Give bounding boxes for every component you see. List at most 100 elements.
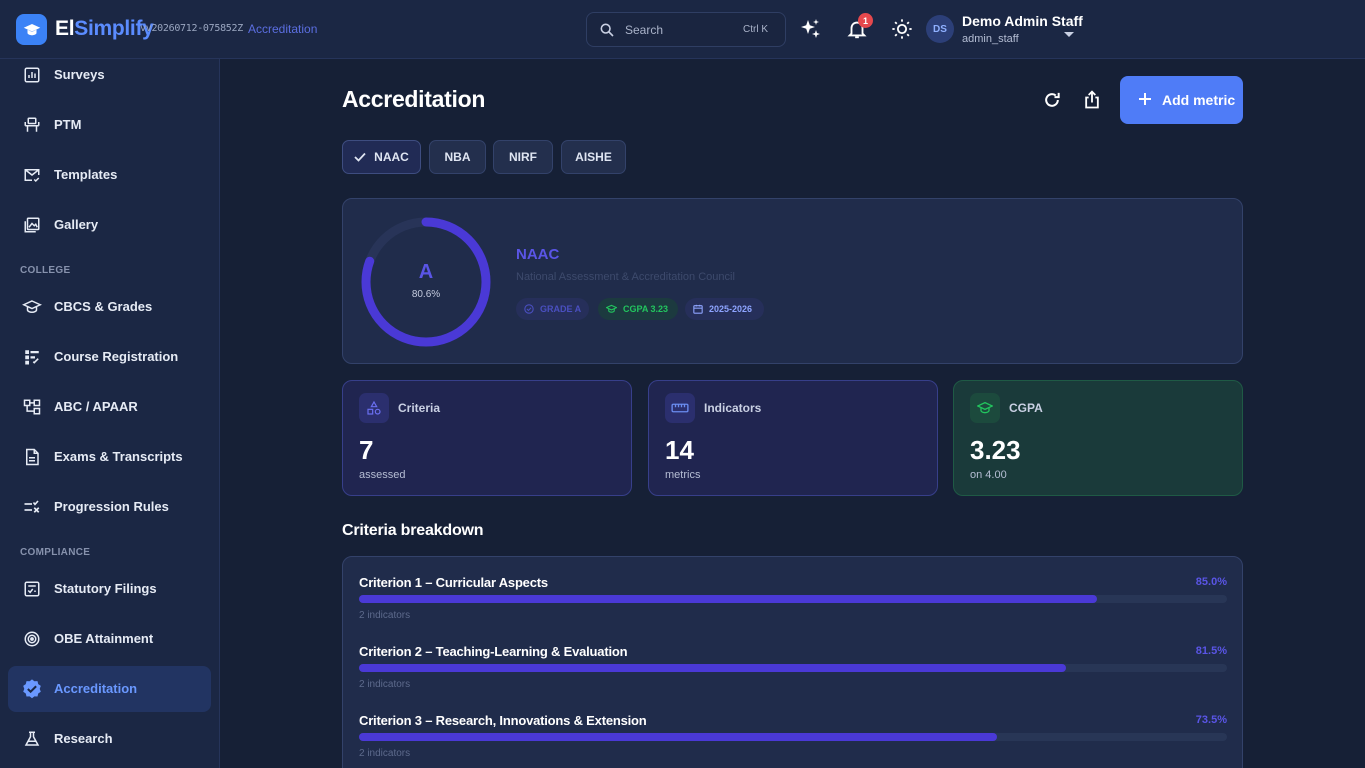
academic-year-badge: 2025-2026 xyxy=(685,298,764,320)
sidebar-item-gallery[interactable]: Gallery xyxy=(8,202,211,248)
check-circle-icon xyxy=(524,304,534,314)
sidebar-item-research[interactable]: Research xyxy=(8,716,211,762)
breadcrumb[interactable]: Accreditation xyxy=(248,22,317,36)
sidebar-item-label: Surveys xyxy=(54,67,105,82)
verified-badge-icon xyxy=(21,678,43,700)
grade-badge-label: GRADE A xyxy=(540,304,582,314)
section-label-college: COLLEGE xyxy=(20,265,71,276)
target-icon xyxy=(21,628,43,650)
theme-toggle-icon[interactable] xyxy=(890,17,914,41)
share-icon[interactable] xyxy=(1080,88,1104,112)
criterion-progress-fill xyxy=(359,595,1097,603)
criteria-breakdown-card: Criterion 1 – Curricular Aspects 85.0% 2… xyxy=(342,556,1243,768)
mail-template-icon xyxy=(21,164,43,186)
sidebar-item-course-registration[interactable]: Course Registration xyxy=(8,334,211,380)
plus-icon xyxy=(1137,91,1153,110)
criterion-progress-track xyxy=(359,595,1227,603)
shapes-icon xyxy=(359,393,389,423)
criterion-name: Criterion 3 – Research, Innovations & Ex… xyxy=(359,713,647,728)
criterion-indicator-count: 2 indicators xyxy=(359,610,411,621)
logo-icon[interactable] xyxy=(16,14,47,45)
sidebar-item-label: OBE Attainment xyxy=(54,631,154,646)
sidebar: Surveys PTM Templates Gallery COLLEGE CB… xyxy=(0,59,220,768)
sidebar-item-abc-apaar[interactable]: ABC / APAAR xyxy=(8,384,211,430)
score-percent: 80.6% xyxy=(411,289,441,300)
add-metric-button[interactable]: Add metric xyxy=(1120,76,1243,124)
graduation-cap-icon xyxy=(21,296,43,318)
criterion-percent: 85.0% xyxy=(1195,576,1227,588)
sidebar-item-label: Research xyxy=(54,731,113,746)
criterion-progress-track xyxy=(359,664,1227,672)
sidebar-item-label: ABC / APAAR xyxy=(54,399,138,414)
criterion-row[interactable]: Criterion 2 – Teaching-Learning & Evalua… xyxy=(359,644,1227,704)
version-label: vv20260712-075852Z xyxy=(140,23,243,34)
sidebar-item-surveys[interactable]: Surveys xyxy=(8,52,211,98)
accreditation-body-name: NAAC xyxy=(516,246,560,263)
stat-card-cgpa: CGPA 3.23 on 4.00 xyxy=(953,380,1243,496)
tab-nba[interactable]: NBA xyxy=(429,140,486,174)
sidebar-item-label: CBCS & Grades xyxy=(54,299,153,314)
section-label-compliance: COMPLIANCE xyxy=(20,547,91,558)
sidebar-item-label: PTM xyxy=(54,117,82,132)
bar-chart-icon xyxy=(21,64,43,86)
tab-label: NBA xyxy=(444,150,471,164)
cgpa-badge-label: CGPA 3.23 xyxy=(623,304,669,314)
cgpa-badge: CGPA 3.23 xyxy=(598,298,678,320)
criterion-name: Criterion 2 – Teaching-Learning & Evalua… xyxy=(359,644,628,659)
sidebar-item-label: Course Registration xyxy=(54,349,179,364)
sidebar-item-progression-rules[interactable]: Progression Rules xyxy=(8,484,211,530)
search-icon xyxy=(599,22,615,43)
stat-subtitle: on 4.00 xyxy=(970,469,1007,481)
meeting-icon xyxy=(21,114,43,136)
grade-badge: GRADE A xyxy=(516,298,589,320)
criterion-row[interactable]: Criterion 3 – Research, Innovations & Ex… xyxy=(359,713,1227,768)
tab-aishe[interactable]: AISHE xyxy=(561,140,626,174)
sidebar-item-statutory-filings[interactable]: Statutory Filings xyxy=(8,566,211,612)
accreditation-summary-card: A 80.6% NAAC National Assessment & Accre… xyxy=(342,198,1243,364)
criterion-progress-fill xyxy=(359,664,1067,672)
flask-icon xyxy=(21,728,43,750)
stat-card-indicators: Indicators 14 metrics xyxy=(648,380,938,496)
refresh-icon[interactable] xyxy=(1040,88,1064,112)
sidebar-item-cbcs-grades[interactable]: CBCS & Grades xyxy=(8,284,211,330)
stat-card-criteria: Criteria 7 assessed xyxy=(342,380,632,496)
sidebar-item-label: Statutory Filings xyxy=(54,581,157,596)
ai-sparkle-icon[interactable] xyxy=(798,17,822,41)
graduation-cap-icon xyxy=(606,304,617,313)
search-placeholder: Search xyxy=(625,23,664,37)
page-title: Accreditation xyxy=(342,86,486,112)
criterion-row[interactable]: Criterion 1 – Curricular Aspects 85.0% 2… xyxy=(359,575,1227,635)
criteria-breakdown-title: Criteria breakdown xyxy=(342,522,484,539)
sidebar-item-accreditation[interactable]: Accreditation xyxy=(8,666,211,712)
sidebar-item-obe-attainment[interactable]: OBE Attainment xyxy=(8,616,211,662)
grade-letter: A xyxy=(418,261,434,283)
sidebar-item-label: Exams & Transcripts xyxy=(54,449,183,464)
search-input[interactable]: Search Ctrl K xyxy=(586,12,786,47)
sidebar-item-templates[interactable]: Templates xyxy=(8,152,211,198)
check-icon xyxy=(354,152,366,162)
criterion-progress-fill xyxy=(359,733,997,741)
criterion-indicator-count: 2 indicators xyxy=(359,679,411,690)
stat-value: 7 xyxy=(359,435,374,465)
chevron-down-icon[interactable] xyxy=(1063,26,1075,44)
sidebar-item-exams-transcripts[interactable]: Exams & Transcripts xyxy=(8,434,211,480)
top-bar: ElSimplify vv20260712-075852Z Accreditat… xyxy=(0,0,1365,59)
avatar[interactable]: DS xyxy=(926,15,954,43)
add-metric-label: Add metric xyxy=(1162,92,1236,108)
calendar-icon xyxy=(693,304,703,314)
user-role: admin_staff xyxy=(962,33,1019,45)
stat-value: 3.23 xyxy=(970,435,1021,465)
brand-name[interactable]: ElSimplify xyxy=(55,17,154,41)
checklist-icon xyxy=(21,346,43,368)
stat-value: 14 xyxy=(665,435,694,465)
criterion-progress-track xyxy=(359,733,1227,741)
accreditation-body-full-name: National Assessment & Accreditation Coun… xyxy=(516,271,735,283)
search-shortcut: Ctrl K xyxy=(743,24,768,35)
sidebar-item-label: Templates xyxy=(54,167,118,182)
sidebar-item-ptm[interactable]: PTM xyxy=(8,102,211,148)
stat-subtitle: metrics xyxy=(665,469,701,481)
tab-label: NAAC xyxy=(374,150,409,164)
tab-naac[interactable]: NAAC xyxy=(342,140,421,174)
tab-nirf[interactable]: NIRF xyxy=(493,140,553,174)
criterion-percent: 73.5% xyxy=(1195,714,1227,726)
